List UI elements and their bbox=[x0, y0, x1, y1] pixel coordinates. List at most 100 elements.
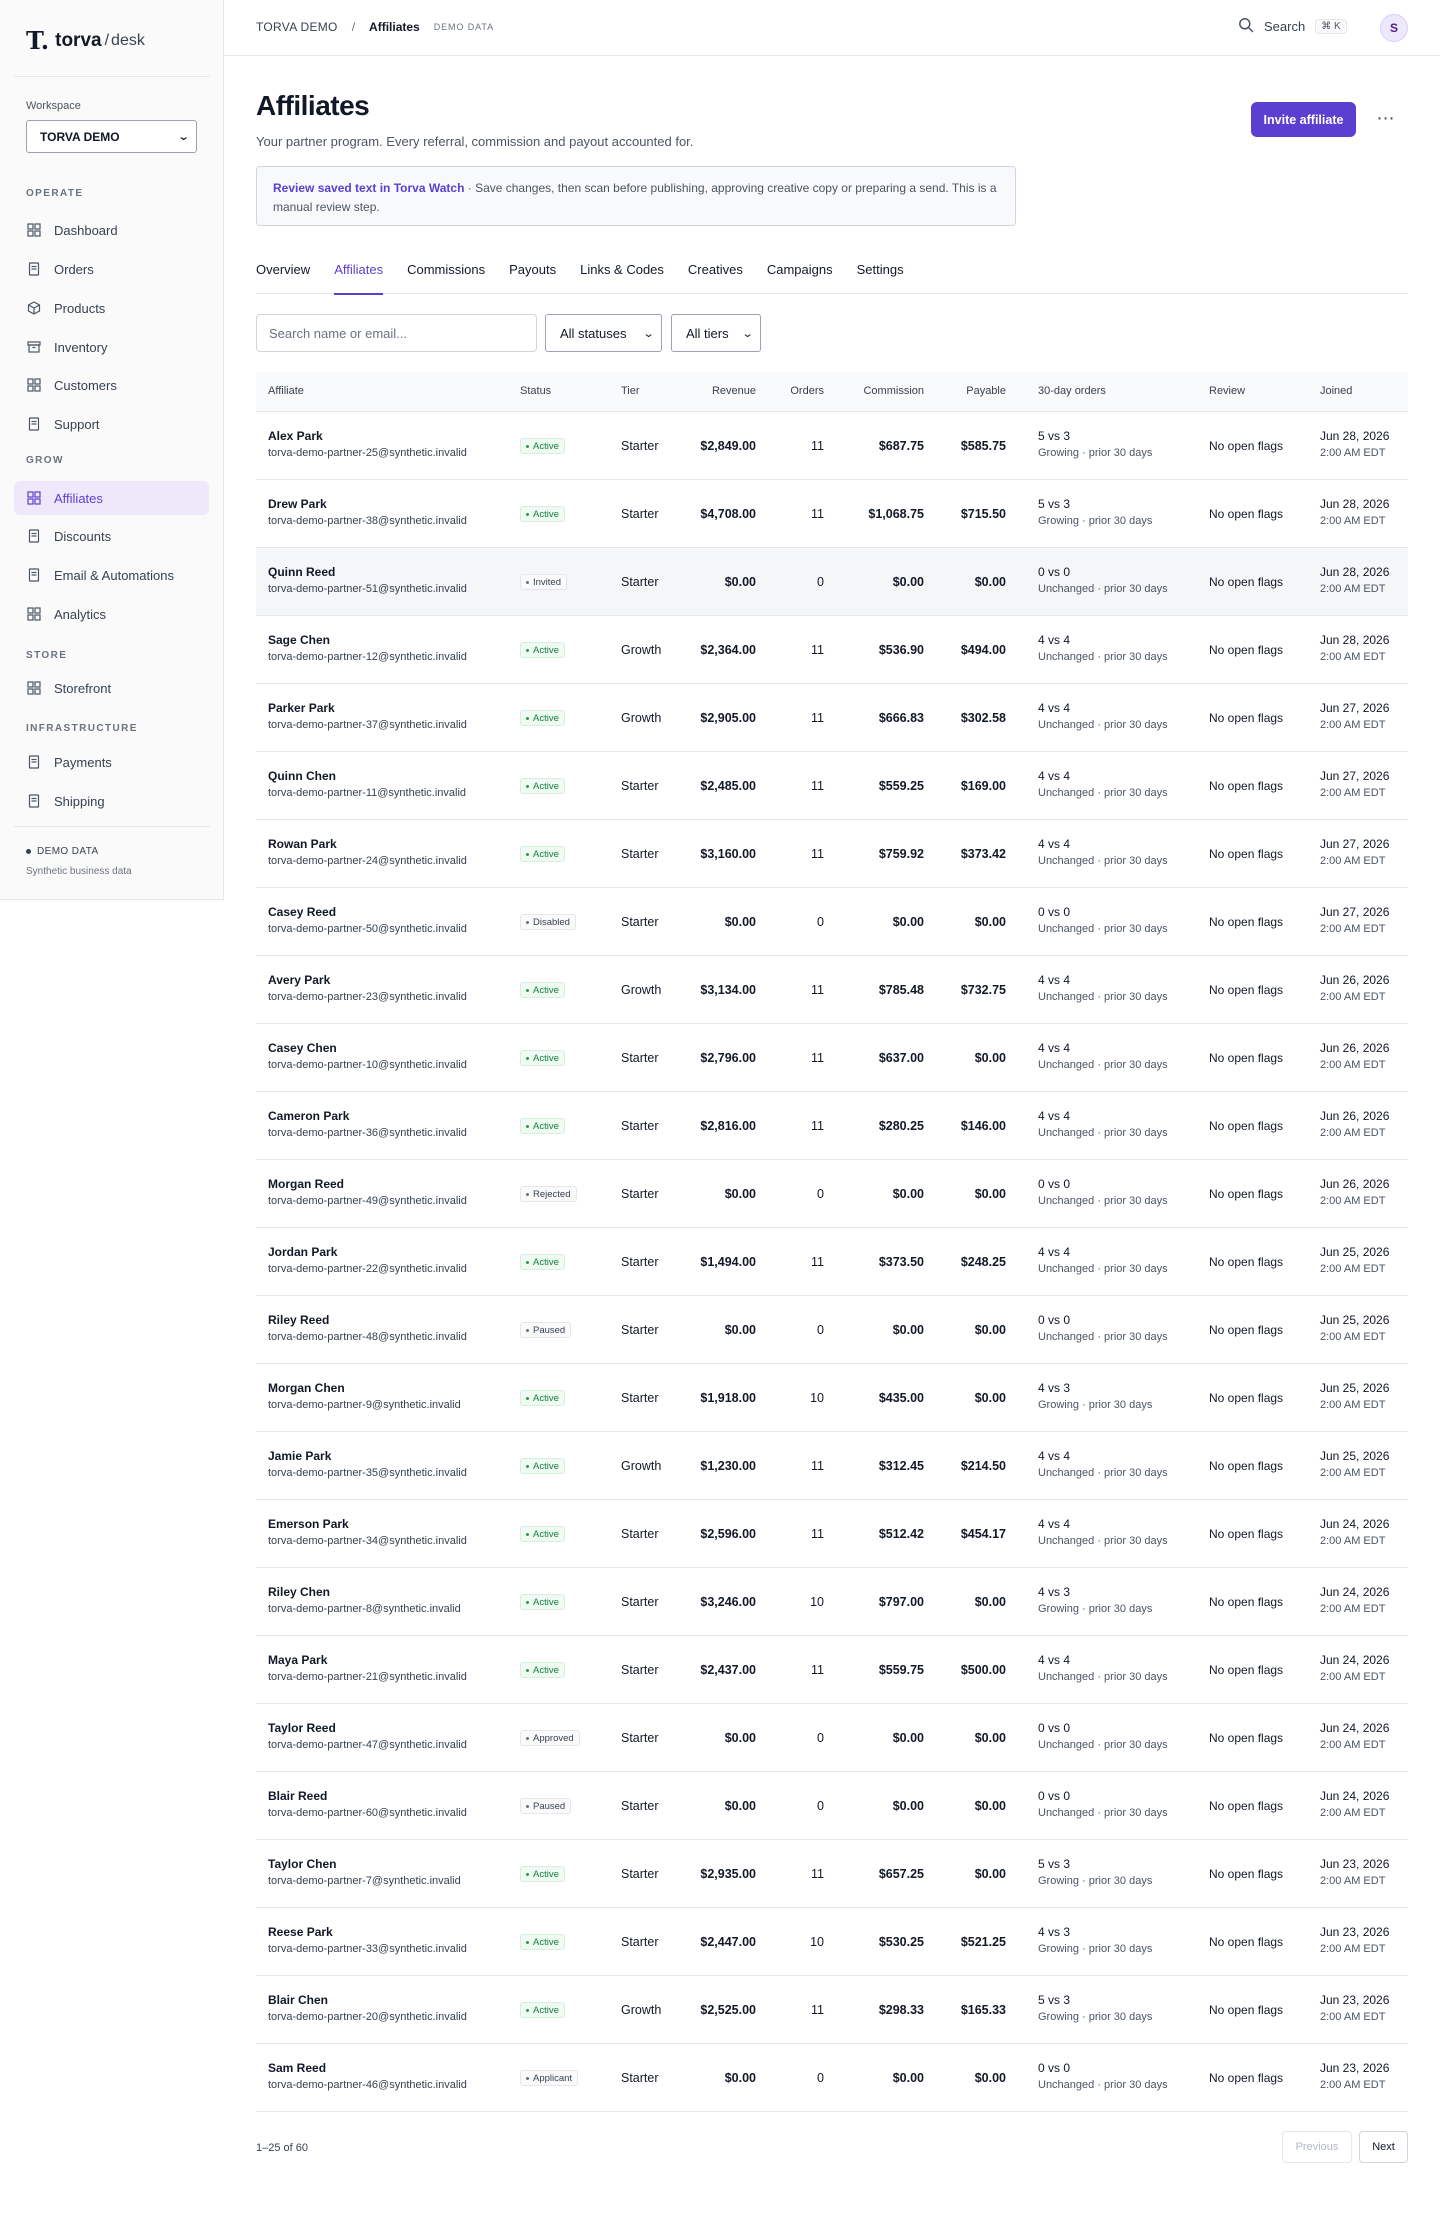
sidebar-item-shipping[interactable]: Shipping bbox=[14, 784, 209, 818]
affiliate-name[interactable]: Cameron Park bbox=[268, 1109, 349, 1123]
affiliate-name[interactable]: Blair Reed bbox=[268, 1789, 327, 1803]
affiliate-name[interactable]: Blair Chen bbox=[268, 1993, 328, 2007]
affiliate-name[interactable]: Rowan Park bbox=[268, 837, 337, 851]
tier-filter-select[interactable]: All tiers ⌄ bbox=[671, 314, 761, 352]
tab-overview[interactable]: Overview bbox=[256, 258, 310, 294]
status-filter-select[interactable]: All statuses ⌄ bbox=[545, 314, 662, 352]
affiliate-name[interactable]: Parker Park bbox=[268, 701, 335, 715]
affiliate-name[interactable]: Alex Park bbox=[268, 429, 323, 443]
affiliate-name[interactable]: Quinn Chen bbox=[268, 769, 336, 783]
tab-affiliates[interactable]: Affiliates bbox=[334, 258, 383, 295]
affiliate-name[interactable]: Avery Park bbox=[268, 973, 330, 987]
table-row[interactable]: Drew Park torva-demo-partner-38@synthetic… bbox=[256, 480, 1408, 548]
sidebar-item-customers[interactable]: Customers bbox=[14, 368, 209, 402]
table-row[interactable]: Morgan Chen torva-demo-partner-9@syntheti… bbox=[256, 1364, 1408, 1432]
column-header-30-day-orders[interactable]: 30-day orders bbox=[1038, 385, 1106, 397]
affiliate-name[interactable]: Taylor Chen bbox=[268, 1857, 336, 1871]
table-row[interactable]: Cameron Park torva-demo-partner-36@synthe… bbox=[256, 1092, 1408, 1160]
column-header-affiliate[interactable]: Affiliate bbox=[268, 385, 304, 397]
table-row[interactable]: Morgan Reed torva-demo-partner-49@synthet… bbox=[256, 1160, 1408, 1228]
column-header-review[interactable]: Review bbox=[1209, 385, 1245, 397]
logo[interactable]: T. torva / desk bbox=[26, 26, 145, 55]
table-row[interactable]: Rowan Park torva-demo-partner-24@syntheti… bbox=[256, 820, 1408, 888]
column-header-tier[interactable]: Tier bbox=[621, 385, 640, 397]
affiliate-name[interactable]: Jamie Park bbox=[268, 1449, 331, 1463]
column-header-orders[interactable]: Orders bbox=[790, 385, 824, 397]
revenue-cell: $3,246.00 bbox=[700, 1595, 756, 1609]
table-row[interactable]: Taylor Chen torva-demo-partner-7@syntheti… bbox=[256, 1840, 1408, 1908]
sidebar-item-storefront[interactable]: Storefront bbox=[14, 671, 209, 705]
previous-page-button[interactable]: Previous bbox=[1282, 2131, 1352, 2163]
tab-creatives[interactable]: Creatives bbox=[688, 258, 743, 294]
affiliate-name[interactable]: Sage Chen bbox=[268, 633, 330, 647]
table-row[interactable]: Sage Chen torva-demo-partner-12@synthetic… bbox=[256, 616, 1408, 684]
affiliate-name[interactable]: Drew Park bbox=[268, 497, 327, 511]
table-row[interactable]: Taylor Reed torva-demo-partner-47@synthet… bbox=[256, 1704, 1408, 1772]
affiliate-name[interactable]: Morgan Reed bbox=[268, 1177, 344, 1191]
table-row[interactable]: Riley Reed torva-demo-partner-48@syntheti… bbox=[256, 1296, 1408, 1364]
search-button[interactable]: Search ⌘ K bbox=[1238, 17, 1347, 36]
table-row[interactable]: Parker Park torva-demo-partner-37@synthet… bbox=[256, 684, 1408, 752]
status-badge: Invited bbox=[520, 574, 567, 590]
sidebar-item-analytics[interactable]: Analytics bbox=[14, 597, 209, 631]
tab-links-codes[interactable]: Links & Codes bbox=[580, 258, 664, 294]
sidebar-item-orders[interactable]: Orders bbox=[14, 252, 209, 286]
table-row[interactable]: Riley Chen torva-demo-partner-8@synthetic… bbox=[256, 1568, 1408, 1636]
sidebar-item-support[interactable]: Support bbox=[14, 407, 209, 441]
affiliate-name[interactable]: Riley Reed bbox=[268, 1313, 329, 1327]
affiliate-name[interactable]: Taylor Reed bbox=[268, 1721, 336, 1735]
table-row[interactable]: Casey Chen torva-demo-partner-10@syntheti… bbox=[256, 1024, 1408, 1092]
affiliate-name[interactable]: Quinn Reed bbox=[268, 565, 335, 579]
more-options-icon[interactable]: ⋯ bbox=[1374, 106, 1398, 130]
avatar[interactable]: S bbox=[1380, 14, 1408, 42]
table-row[interactable]: Sam Reed torva-demo-partner-46@synthetic.… bbox=[256, 2044, 1408, 2112]
affiliate-name[interactable]: Jordan Park bbox=[268, 1245, 337, 1259]
affiliate-name[interactable]: Morgan Chen bbox=[268, 1381, 345, 1395]
sidebar-item-products[interactable]: Products bbox=[14, 291, 209, 325]
table-row[interactable]: Avery Park torva-demo-partner-23@syntheti… bbox=[256, 956, 1408, 1024]
review-banner-link[interactable]: Review saved text in Torva Watch bbox=[273, 181, 464, 195]
revenue-cell: $0.00 bbox=[724, 575, 756, 589]
affiliate-name[interactable]: Casey Chen bbox=[268, 1041, 337, 1055]
column-header-commission[interactable]: Commission bbox=[863, 385, 924, 397]
affiliate-name[interactable]: Emerson Park bbox=[268, 1517, 349, 1531]
affiliate-name[interactable]: Maya Park bbox=[268, 1653, 327, 1667]
column-header-payable[interactable]: Payable bbox=[966, 385, 1006, 397]
workspace-select[interactable]: TORVA DEMO ⌄ bbox=[26, 120, 197, 153]
table-row[interactable]: Casey Reed torva-demo-partner-50@syntheti… bbox=[256, 888, 1408, 956]
table-row[interactable]: Quinn Reed torva-demo-partner-51@syntheti… bbox=[256, 548, 1408, 616]
sidebar-item-inventory[interactable]: Inventory bbox=[14, 330, 209, 364]
invite-affiliate-button[interactable]: Invite affiliate bbox=[1251, 102, 1356, 137]
affiliate-search-input[interactable] bbox=[256, 314, 537, 352]
table-row[interactable]: Maya Park torva-demo-partner-21@synthetic… bbox=[256, 1636, 1408, 1704]
sidebar-item-payments[interactable]: Payments bbox=[14, 745, 209, 779]
table-row[interactable]: Blair Chen torva-demo-partner-20@syntheti… bbox=[256, 1976, 1408, 2044]
table-row[interactable]: Blair Reed torva-demo-partner-60@syntheti… bbox=[256, 1772, 1408, 1840]
table-row[interactable]: Reese Park torva-demo-partner-33@syntheti… bbox=[256, 1908, 1408, 1976]
tab-commissions[interactable]: Commissions bbox=[407, 258, 485, 294]
affiliate-name[interactable]: Sam Reed bbox=[268, 2061, 326, 2075]
orders-cell: 11 bbox=[811, 2003, 824, 2017]
column-header-joined[interactable]: Joined bbox=[1320, 385, 1352, 397]
column-header-revenue[interactable]: Revenue bbox=[712, 385, 756, 397]
document-icon bbox=[27, 262, 41, 276]
affiliate-name[interactable]: Reese Park bbox=[268, 1925, 333, 1939]
next-page-button[interactable]: Next bbox=[1359, 2131, 1408, 2163]
sidebar-item-email-automations[interactable]: Email & Automations bbox=[14, 558, 209, 592]
breadcrumb-workspace[interactable]: TORVA DEMO bbox=[256, 20, 338, 34]
tab-settings[interactable]: Settings bbox=[857, 258, 904, 294]
table-row[interactable]: Quinn Chen torva-demo-partner-11@syntheti… bbox=[256, 752, 1408, 820]
affiliate-name[interactable]: Riley Chen bbox=[268, 1585, 330, 1599]
commission-cell: $0.00 bbox=[892, 915, 924, 929]
table-row[interactable]: Alex Park torva-demo-partner-25@synthetic… bbox=[256, 412, 1408, 480]
sidebar-item-discounts[interactable]: Discounts bbox=[14, 519, 209, 553]
table-row[interactable]: Jordan Park torva-demo-partner-22@synthet… bbox=[256, 1228, 1408, 1296]
tab-payouts[interactable]: Payouts bbox=[509, 258, 556, 294]
column-header-status[interactable]: Status bbox=[520, 385, 551, 397]
table-row[interactable]: Jamie Park torva-demo-partner-35@syntheti… bbox=[256, 1432, 1408, 1500]
table-row[interactable]: Emerson Park torva-demo-partner-34@synthe… bbox=[256, 1500, 1408, 1568]
tab-campaigns[interactable]: Campaigns bbox=[767, 258, 833, 294]
sidebar-item-dashboard[interactable]: Dashboard bbox=[14, 213, 209, 247]
affiliate-name[interactable]: Casey Reed bbox=[268, 905, 336, 919]
sidebar-item-affiliates[interactable]: Affiliates bbox=[14, 481, 209, 515]
